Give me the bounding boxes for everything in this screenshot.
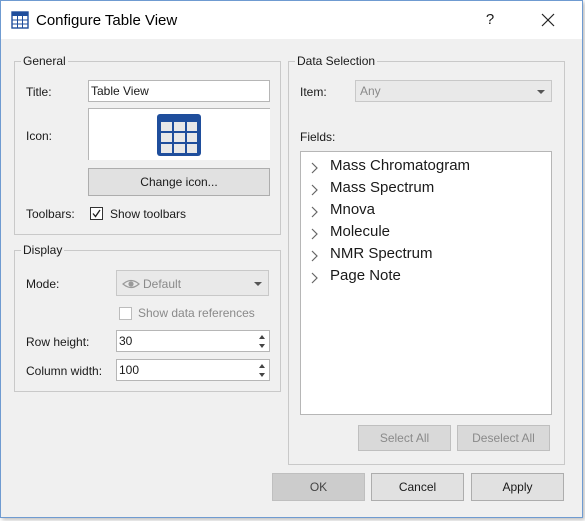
item-value: Any <box>360 84 381 98</box>
chevron-right-icon[interactable] <box>307 161 321 175</box>
chevron-down-icon <box>254 282 262 286</box>
column-width-value: 100 <box>119 363 140 377</box>
chevron-right-icon[interactable] <box>307 183 321 197</box>
spin-up-icon[interactable] <box>259 364 265 368</box>
deselect-all-button[interactable]: Deselect All <box>457 425 550 451</box>
mode-select[interactable]: Default <box>116 270 269 296</box>
column-width-label: Column width: <box>26 364 103 378</box>
close-button[interactable] <box>535 9 561 31</box>
apply-button[interactable]: Apply <box>471 473 564 501</box>
eye-icon <box>122 279 140 289</box>
spin-up-icon[interactable] <box>259 335 265 339</box>
chevron-right-icon[interactable] <box>307 205 321 219</box>
general-legend: General <box>21 54 68 68</box>
tree-item-label: NMR Spectrum <box>330 245 433 262</box>
mode-value: Default <box>143 277 182 291</box>
cancel-button[interactable]: Cancel <box>371 473 464 501</box>
show-data-references-label: Show data references <box>138 306 255 320</box>
icon-preview <box>88 108 270 160</box>
select-all-button[interactable]: Select All <box>358 425 451 451</box>
tree-item-label: Mnova <box>330 201 376 218</box>
title-input[interactable]: Table View <box>88 80 270 102</box>
chevron-right-icon[interactable] <box>307 249 321 263</box>
column-width-spinbox[interactable]: 100 <box>116 359 270 381</box>
tree-item-label: Mass Chromatogram <box>330 157 471 174</box>
data-selection-legend: Data Selection <box>295 54 378 68</box>
toolbars-label: Toolbars: <box>26 207 75 221</box>
table-preview-icon <box>157 114 201 156</box>
show-toolbars-label[interactable]: Show toolbars <box>110 207 186 221</box>
spin-down-icon[interactable] <box>259 344 265 348</box>
tree-item-label: Mass Spectrum <box>330 179 435 196</box>
tree-item-label: Page Note <box>330 267 401 284</box>
row-height-label: Row height: <box>26 335 90 349</box>
ok-button[interactable]: OK <box>272 473 365 501</box>
close-icon <box>541 13 555 27</box>
change-icon-button[interactable]: Change icon... <box>88 168 270 196</box>
show-toolbars-checkbox[interactable] <box>90 207 103 220</box>
item-select[interactable]: Any <box>355 80 552 102</box>
chevron-down-icon <box>537 90 545 94</box>
checkmark-icon <box>92 209 101 218</box>
title-label: Title: <box>26 85 52 99</box>
table-icon <box>11 11 29 29</box>
chevron-right-icon[interactable] <box>307 227 321 241</box>
row-height-spinbox[interactable]: 30 <box>116 330 270 352</box>
icon-label: Icon: <box>26 129 53 143</box>
chevron-right-icon[interactable] <box>307 271 321 285</box>
configure-table-view-dialog: Configure Table View ? General Title: Ta… <box>0 0 583 518</box>
help-button[interactable]: ? <box>477 9 503 31</box>
show-data-references-checkbox[interactable] <box>119 307 132 320</box>
display-legend: Display <box>21 243 65 257</box>
fields-label: Fields: <box>300 130 336 144</box>
fields-tree[interactable]: Mass Chromatogram Mass Spectrum Mnova Mo… <box>300 151 552 415</box>
spin-down-icon[interactable] <box>259 373 265 377</box>
window-title: Configure Table View <box>36 12 178 29</box>
tree-item-label: Molecule <box>330 223 391 240</box>
mode-label: Mode: <box>26 277 60 291</box>
title-bar: Configure Table View ? <box>1 1 582 39</box>
item-label: Item: <box>300 85 327 99</box>
row-height-value: 30 <box>119 334 133 348</box>
